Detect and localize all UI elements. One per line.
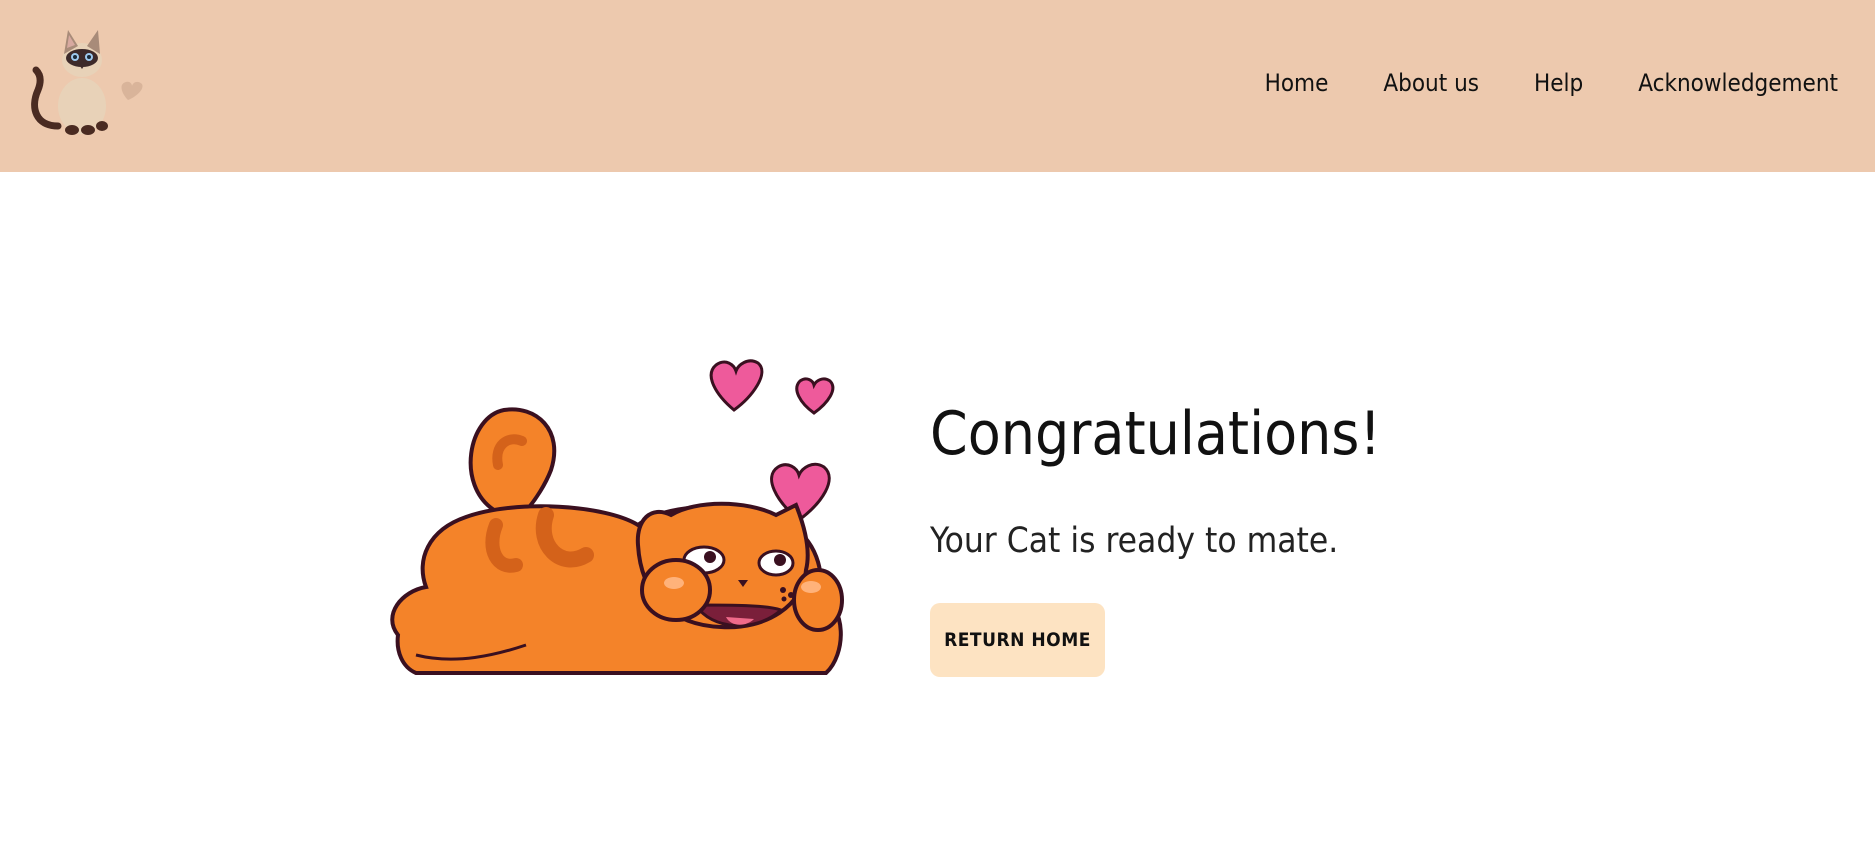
main-nav: Home About us Help Acknowledgement xyxy=(1265,66,1838,100)
nav-help-link[interactable]: Help xyxy=(1534,66,1583,100)
cat-logo-icon[interactable] xyxy=(18,18,148,138)
heart-icon xyxy=(795,377,835,415)
nav-about-link[interactable]: About us xyxy=(1383,66,1479,100)
page-title: Congratulations! xyxy=(930,399,1382,469)
success-message: Your Cat is ready to mate. xyxy=(930,521,1339,561)
nav-home-link[interactable]: Home xyxy=(1265,66,1329,100)
site-header: Home About us Help Acknowledgement xyxy=(0,0,1875,172)
nav-acknowledgement-link[interactable]: Acknowledgement xyxy=(1638,66,1838,100)
heart-icon xyxy=(709,359,764,412)
happy-cat-illustration xyxy=(390,359,844,675)
return-home-button[interactable]: RETURN HOME xyxy=(930,603,1105,677)
